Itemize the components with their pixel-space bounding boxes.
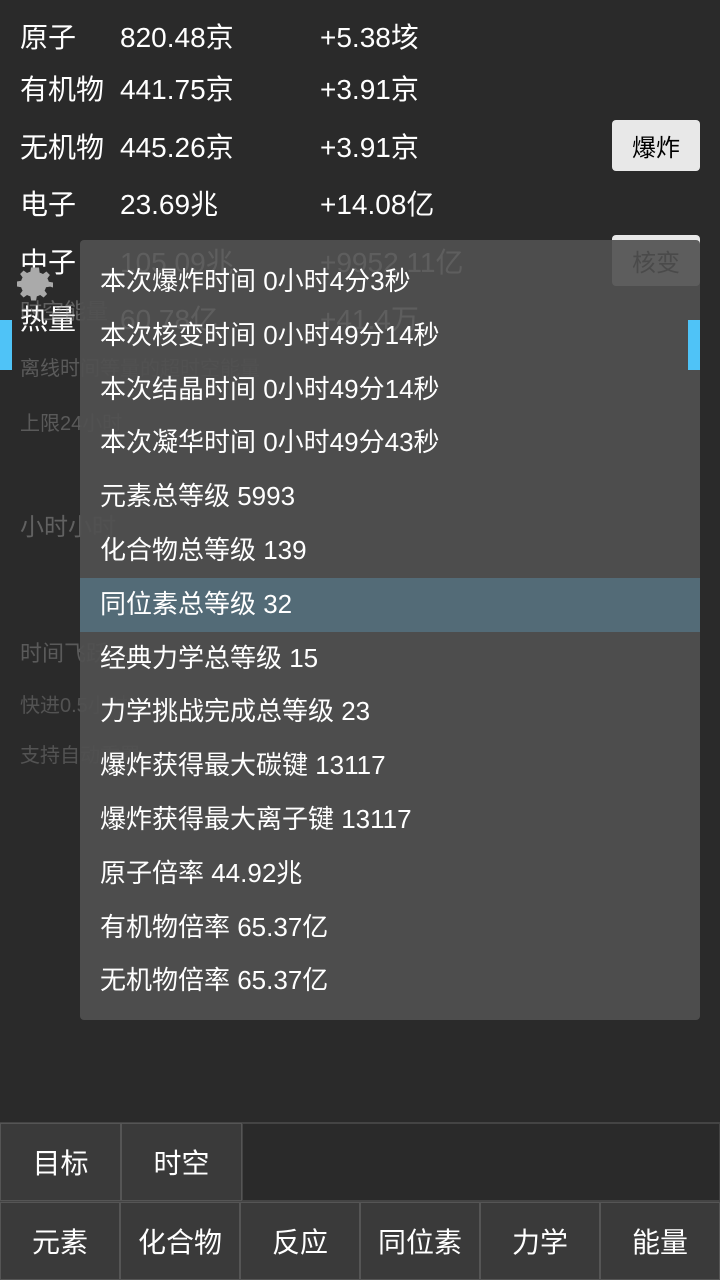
panel-item: 无机物倍率 65.37亿 <box>100 954 680 1008</box>
nav-btn-element[interactable]: 元素 <box>0 1202 120 1280</box>
panel-item: 经典力学总等级 15 <box>100 632 680 686</box>
panel-item: 本次结晶时间 0小时49分14秒 <box>100 363 680 417</box>
stat-value: 445.26京 <box>120 126 320 166</box>
stat-delta: +3.91京 <box>320 68 700 108</box>
nav-row-bottom: 元素 化合物 反应 同位素 力学 能量 <box>0 1201 720 1280</box>
panel-item: 有机物倍率 65.37亿 <box>100 901 680 955</box>
panel-item: 本次核变时间 0小时49分14秒 <box>100 309 680 363</box>
panel-item: 爆炸获得最大离子键 13117 <box>100 793 680 847</box>
nav-btn-isotope[interactable]: 同位素 <box>360 1202 480 1280</box>
bottom-navigation: 目标 时空 元素 化合物 反应 同位素 力学 能量 <box>0 1122 720 1280</box>
panel-item: 电子倍率 2184 <box>100 1008 680 1020</box>
stat-row: 有机物 441.75京 +3.91京 <box>20 62 700 114</box>
right-blue-tab <box>688 320 700 370</box>
nav-btn-energy[interactable]: 能量 <box>600 1202 720 1280</box>
panel-item: 同位素总等级 32 <box>80 578 700 632</box>
nav-btn-spacetime[interactable]: 时空 <box>121 1123 242 1201</box>
stat-label: 有机物 <box>20 68 120 108</box>
stat-value: 820.48京 <box>120 16 320 56</box>
stat-row: 无机物 445.26京 +3.91京 爆炸 <box>20 114 700 177</box>
panel-item: 原子倍率 44.92兆 <box>100 847 680 901</box>
panel-item: 本次爆炸时间 0小时4分3秒 <box>100 255 680 309</box>
stat-label: 无机物 <box>20 126 120 166</box>
action-btn-爆炸[interactable]: 爆炸 <box>612 120 700 171</box>
stat-value: 23.69兆 <box>120 183 320 223</box>
panel-item: 爆炸获得最大碳键 13117 <box>100 739 680 793</box>
nav-row-top: 目标 时空 <box>0 1122 720 1201</box>
stat-label: 原子 <box>20 16 120 56</box>
nav-btn-target[interactable]: 目标 <box>0 1123 121 1201</box>
stat-label: 电子 <box>20 183 120 223</box>
stat-delta: +3.91京 <box>320 126 612 166</box>
stat-delta: +14.08亿 <box>320 183 700 223</box>
nav-btn-mechanics[interactable]: 力学 <box>480 1202 600 1280</box>
stat-row: 电子 23.69兆 +14.08亿 <box>20 177 700 229</box>
nav-btn-reaction[interactable]: 反应 <box>240 1202 360 1280</box>
panel-item: 化合物总等级 139 <box>100 524 680 578</box>
nav-btn-compound[interactable]: 化合物 <box>120 1202 240 1280</box>
nav-spacer <box>242 1123 720 1201</box>
info-panel[interactable]: 本次爆炸时间 0小时4分3秒本次核变时间 0小时49分14秒本次结晶时间 0小时… <box>80 240 700 1020</box>
panel-item: 元素总等级 5993 <box>100 470 680 524</box>
stat-delta: +5.38垓 <box>320 16 700 56</box>
left-blue-tab <box>0 320 12 370</box>
panel-item: 力学挑战完成总等级 23 <box>100 685 680 739</box>
panel-scroll-area[interactable]: 本次爆炸时间 0小时4分3秒本次核变时间 0小时49分14秒本次结晶时间 0小时… <box>80 240 700 1020</box>
panel-item: 本次凝华时间 0小时49分43秒 <box>100 416 680 470</box>
stat-row: 原子 820.48京 +5.38垓 <box>20 10 700 62</box>
stat-value: 441.75京 <box>120 68 320 108</box>
